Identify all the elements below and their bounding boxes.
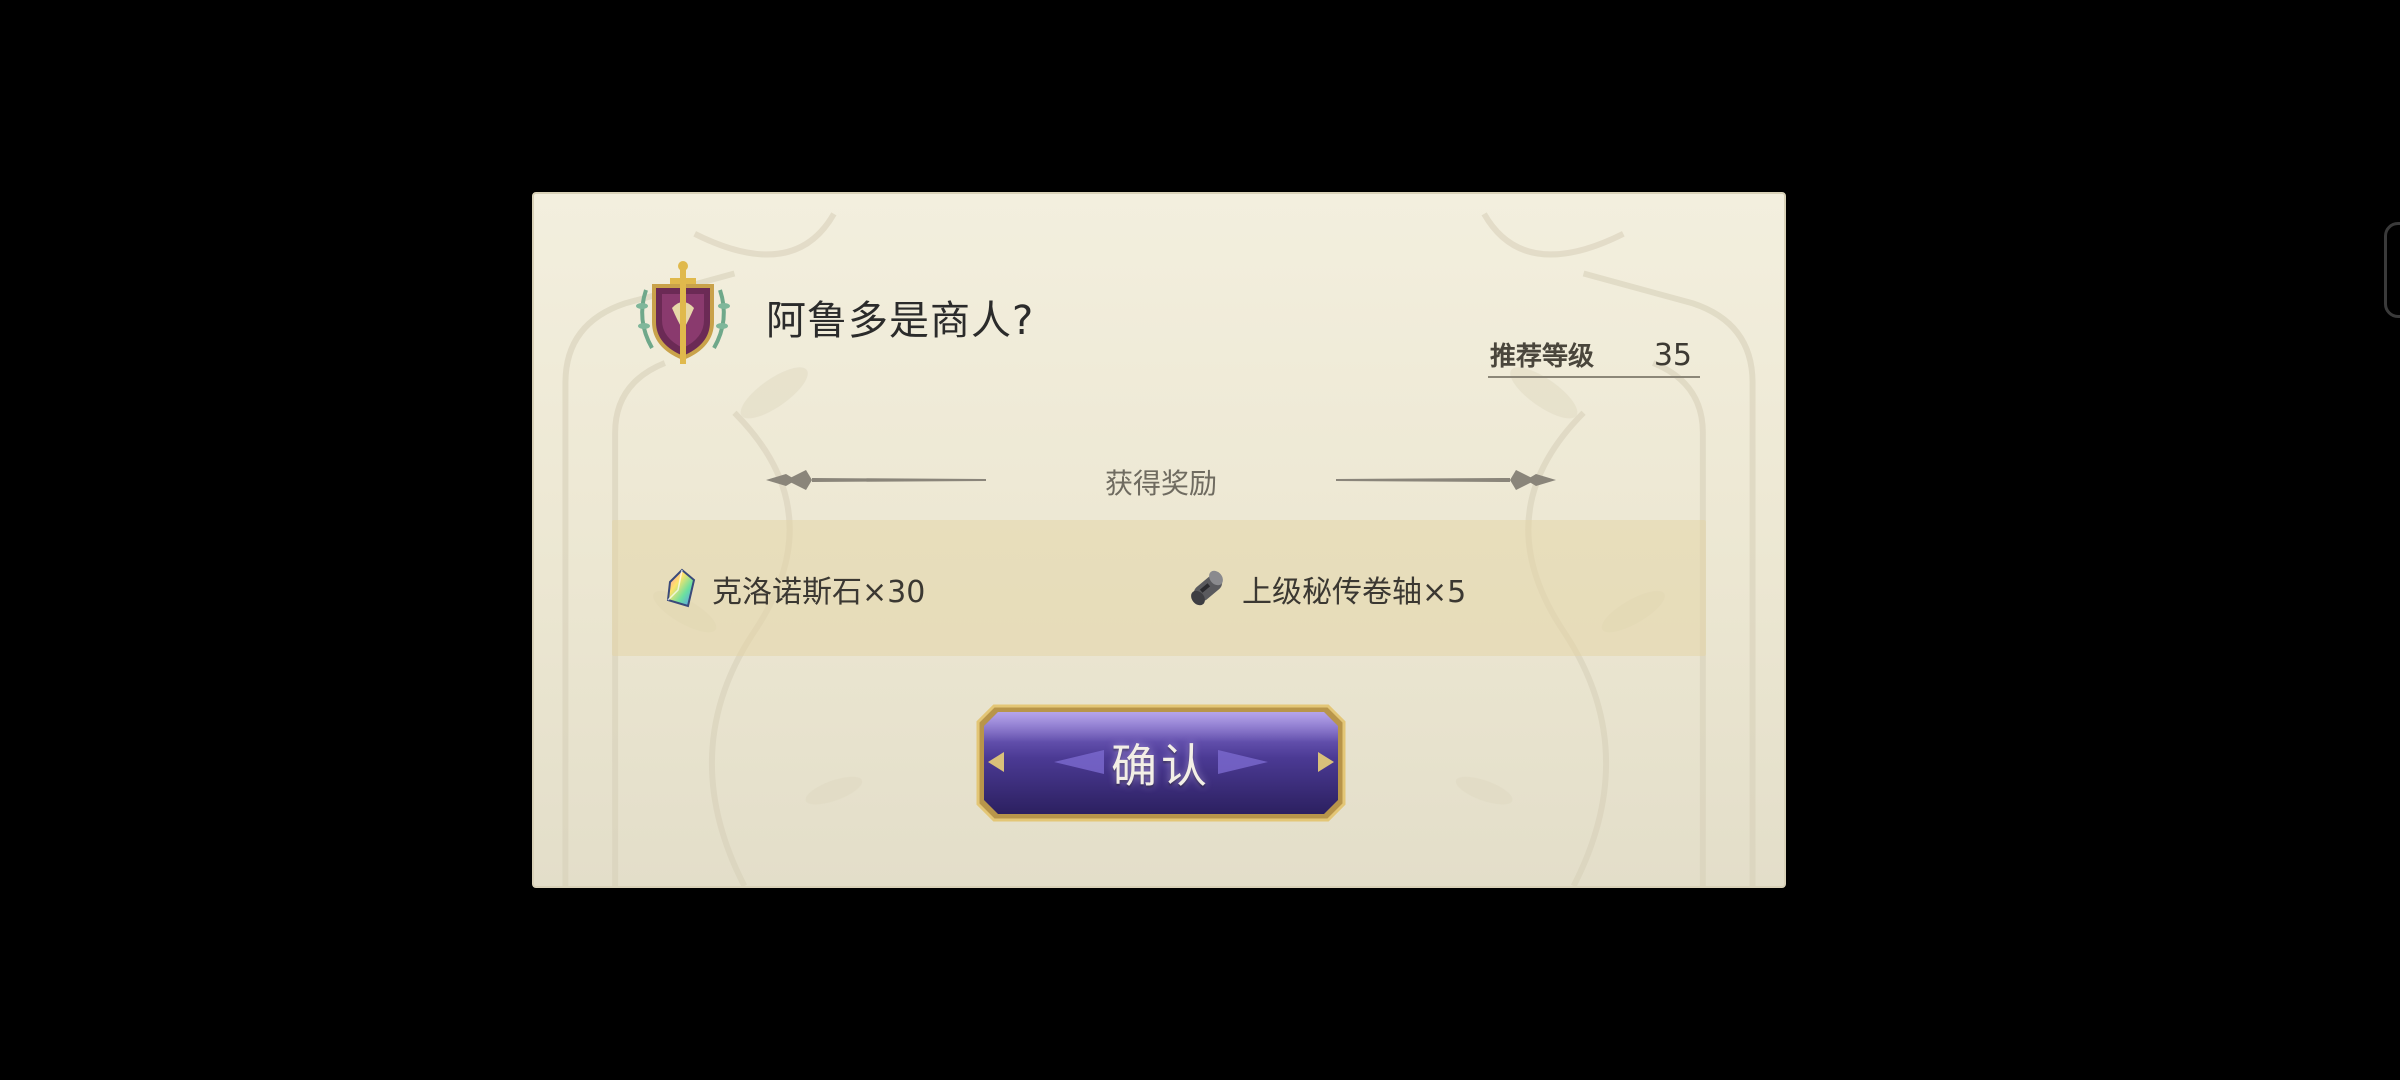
confirm-button-label: 确认 — [1111, 739, 1211, 793]
screen-edge-handle — [2384, 222, 2400, 318]
scroll-icon — [1191, 570, 1223, 606]
recommended-level-label: 推荐等级 — [1490, 342, 1595, 372]
rainbow-crystal-icon — [666, 568, 696, 608]
reward-item-label: 克洛诺斯石×30 — [712, 575, 926, 610]
quest-title: 阿鲁多是商人? — [766, 298, 1035, 344]
rewards-header: 获得奖励 — [766, 460, 1556, 500]
recommended-level-value: 35 — [1653, 338, 1692, 373]
guild-crest-sword-icon — [636, 261, 730, 364]
game-screen: 阿鲁多是商人? 推荐等级 35 获得奖励 克洛诺斯石×30 上级秘传卷轴×5 确… — [0, 0, 2400, 1080]
confirm-button[interactable]: 确认 — [974, 702, 1348, 824]
quest-dialog: 阿鲁多是商人? 推荐等级 35 获得奖励 克洛诺斯石×30 上级秘传卷轴×5 确… — [532, 192, 1786, 888]
rewards-panel: 克洛诺斯石×30 上级秘传卷轴×5 — [612, 520, 1706, 656]
divider-ornament-right — [1336, 470, 1556, 490]
reward-item: 上级秘传卷轴×5 — [1186, 566, 1466, 612]
reward-item: 克洛诺斯石×30 — [660, 566, 925, 612]
recommended-level: 推荐等级 35 — [1488, 332, 1700, 378]
reward-item-label: 上级秘传卷轴×5 — [1242, 575, 1467, 610]
